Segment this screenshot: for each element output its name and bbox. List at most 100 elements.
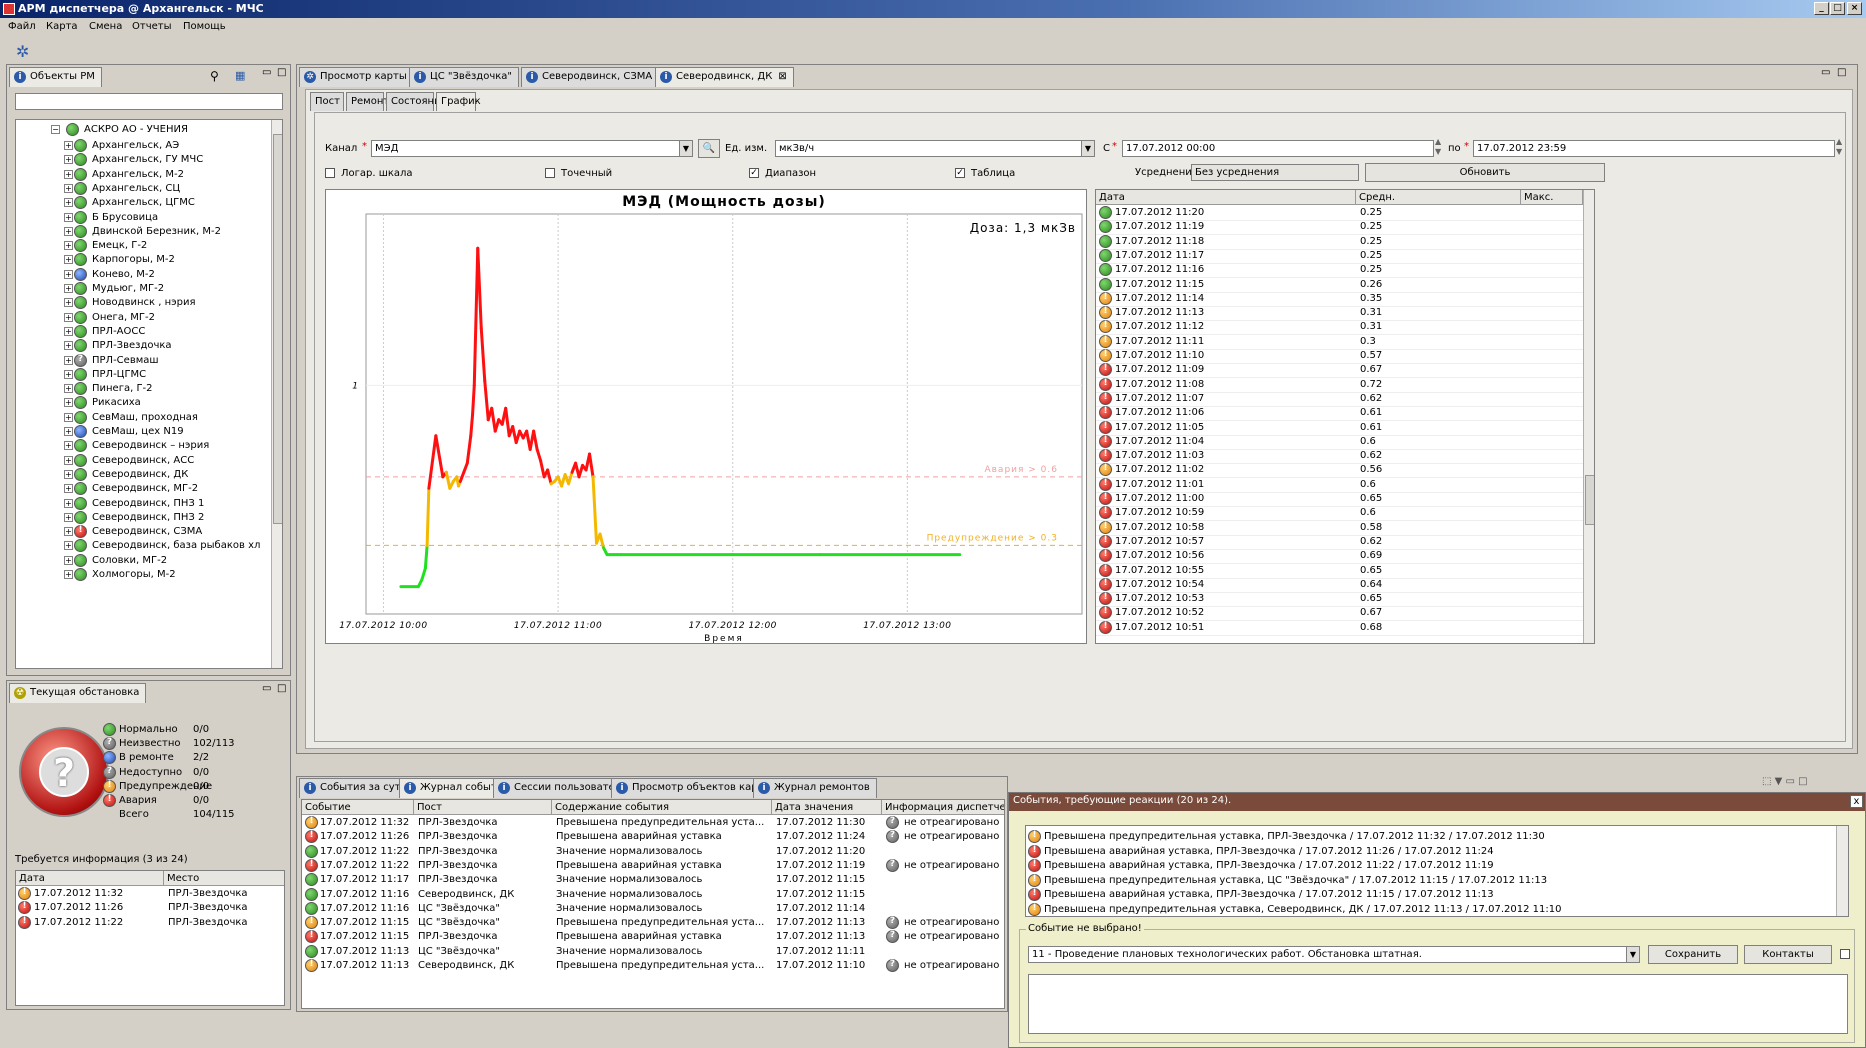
data-avg[interactable]: 0.56	[1360, 464, 1382, 478]
event-value-date[interactable]: 17.07.2012 11:13	[776, 931, 865, 945]
tree-expand-icon[interactable]: +	[64, 241, 73, 251]
event-date[interactable]: 17.07.2012 11:26	[320, 831, 409, 845]
data-avg[interactable]: 0.26	[1360, 279, 1382, 293]
tree-expand-icon[interactable]: +	[64, 527, 73, 537]
data-avg[interactable]: 0.3	[1360, 336, 1376, 350]
event-info[interactable]: не отреагировано !	[904, 917, 1004, 931]
event-post[interactable]: ЦС "Звёздочка"	[418, 903, 500, 917]
maximize-button[interactable]: □	[1830, 2, 1845, 15]
tree-expand-icon[interactable]: +	[64, 255, 73, 265]
to-spinner[interactable]: ▲ ▼	[1836, 137, 1842, 157]
event-content[interactable]: Превышена аварийная уставка	[556, 860, 722, 874]
tree-expand-icon[interactable]: +	[64, 427, 73, 436]
event-value-date[interactable]: 17.07.2012 11:13	[776, 917, 865, 931]
col-value-date[interactable]: Дата значения	[772, 800, 882, 815]
minimize-button[interactable]: _	[1814, 2, 1829, 15]
tree-expand-icon[interactable]: +	[64, 284, 73, 293]
data-date[interactable]: 17.07.2012 11:18	[1115, 236, 1204, 250]
tree-item[interactable]: Холмогоры, М-2	[92, 569, 176, 583]
data-avg[interactable]: 0.67	[1360, 364, 1382, 378]
tree-expand-icon[interactable]: +	[64, 212, 73, 222]
contacts-button[interactable]: Контакты	[1744, 945, 1832, 964]
data-date[interactable]: 17.07.2012 10:58	[1115, 522, 1204, 536]
col-date[interactable]: Дата	[1096, 190, 1356, 205]
channel-select[interactable]: МЭД ▼	[371, 140, 693, 157]
tree-item[interactable]: Мудьюг, МГ-2	[92, 283, 164, 297]
popup-event-item[interactable]: Превышена предупредительная уставка, ЦС …	[1044, 875, 1547, 889]
event-date[interactable]: 17.07.2012 11:22	[320, 860, 409, 874]
menu-help[interactable]: Помощь	[183, 21, 226, 32]
event-type-select[interactable]: 11 - Проведение плановых технологических…	[1028, 946, 1640, 963]
event-post[interactable]: ПРЛ-Звездочка	[418, 817, 498, 831]
col-post[interactable]: Пост	[414, 800, 552, 815]
popup-event-item[interactable]: Превышена предупредительная уставка, ПРЛ…	[1044, 831, 1545, 845]
tree-item[interactable]: Северодвинск – нэрия	[92, 440, 209, 454]
data-date[interactable]: 17.07.2012 10:54	[1115, 579, 1204, 593]
data-avg[interactable]: 0.62	[1360, 393, 1382, 407]
data-date[interactable]: 17.07.2012 11:07	[1115, 393, 1204, 407]
col-content[interactable]: Содержание события	[552, 800, 772, 815]
data-avg[interactable]: 0.65	[1360, 593, 1382, 607]
tree-scrollbar[interactable]	[271, 120, 282, 668]
sub-tab-3[interactable]: График	[436, 92, 481, 111]
popup-event-item[interactable]: Превышена предупредительная уставка, Сев…	[1044, 904, 1561, 916]
data-date[interactable]: 17.07.2012 11:17	[1115, 250, 1204, 264]
event-info[interactable]: не отреагировано !	[904, 817, 1004, 831]
event-post[interactable]: ПРЛ-Звездочка	[418, 874, 498, 888]
data-date[interactable]: 17.07.2012 11:13	[1115, 307, 1204, 321]
data-avg[interactable]: 0.69	[1360, 550, 1382, 564]
tree-item[interactable]: ПРЛ-АОСС	[92, 326, 145, 340]
tree-expand-icon[interactable]: +	[64, 412, 73, 422]
data-date[interactable]: 17.07.2012 11:05	[1115, 422, 1204, 436]
tree-item[interactable]: Северодвинск, база рыбаков хл	[92, 540, 260, 554]
data-date[interactable]: 17.07.2012 11:04	[1115, 436, 1204, 450]
data-avg[interactable]: 0.72	[1360, 379, 1382, 393]
data-avg[interactable]: 0.6	[1360, 436, 1376, 450]
tree-item[interactable]: СевМаш, цех N19	[92, 426, 184, 440]
info-date[interactable]: 17.07.2012 11:26	[34, 902, 123, 916]
close-button[interactable]: ×	[1847, 2, 1862, 15]
data-date[interactable]: 17.07.2012 10:56	[1115, 550, 1204, 564]
event-value-date[interactable]: 17.07.2012 11:15	[776, 889, 865, 903]
data-date[interactable]: 17.07.2012 10:51	[1115, 622, 1204, 636]
table-checkbox[interactable]: ✓	[955, 168, 965, 178]
data-avg[interactable]: 0.57	[1360, 350, 1382, 364]
data-avg[interactable]: 0.62	[1360, 536, 1382, 550]
data-avg[interactable]: 0.58	[1360, 522, 1382, 536]
event-value-date[interactable]: 17.07.2012 11:19	[776, 860, 865, 874]
data-date[interactable]: 17.07.2012 11:10	[1115, 350, 1204, 364]
col-dispatcher-info[interactable]: Информация диспетчера	[882, 800, 1004, 815]
doc-tab-3[interactable]: i Северодвинск, ДК ⊠	[655, 67, 794, 87]
objects-filter-input[interactable]	[15, 93, 283, 110]
event-date[interactable]: 17.07.2012 11:15	[320, 931, 409, 945]
data-avg[interactable]: 0.62	[1360, 450, 1382, 464]
tree-expand-icon[interactable]: +	[64, 341, 73, 351]
tree-item[interactable]: Архангельск, СЦ	[92, 183, 180, 197]
data-date[interactable]: 17.07.2012 10:59	[1115, 507, 1204, 521]
tree-expand-icon[interactable]: +	[64, 455, 73, 465]
tree-expand-icon[interactable]: +	[64, 198, 73, 208]
event-post[interactable]: Северодвинск, ДК	[418, 889, 514, 903]
tree-expand-icon[interactable]: +	[64, 155, 73, 165]
popup-event-item[interactable]: Превышена аварийная уставка, ПРЛ-Звездоч…	[1044, 846, 1494, 860]
event-date[interactable]: 17.07.2012 11:17	[320, 874, 409, 888]
data-avg[interactable]: 0.65	[1360, 565, 1382, 579]
info-date[interactable]: 17.07.2012 11:32	[34, 888, 123, 902]
tree-item[interactable]: Конево, М-2	[92, 269, 155, 283]
tree-expand-icon[interactable]: +	[64, 555, 73, 565]
event-value-date[interactable]: 17.07.2012 11:14	[776, 903, 865, 917]
tree-collapse-icon[interactable]: −	[51, 125, 60, 134]
layout-icon[interactable]: ▦	[235, 69, 245, 82]
popup-checkbox[interactable]	[1840, 949, 1850, 959]
tree-item[interactable]: Северодвинск, МГ-2	[92, 483, 198, 497]
tree-expand-icon[interactable]: +	[64, 570, 73, 579]
to-date-input[interactable]: 17.07.2012 23:59	[1473, 140, 1835, 157]
data-avg[interactable]: 0.25	[1360, 250, 1382, 264]
tree-item[interactable]: Соловки, МГ-2	[92, 555, 167, 569]
tree-expand-icon[interactable]: +	[64, 141, 73, 150]
menu-shift[interactable]: Смена	[89, 21, 122, 32]
popup-event-item[interactable]: Превышена аварийная уставка, ПРЛ-Звездоч…	[1044, 860, 1494, 874]
data-avg[interactable]: 0.61	[1360, 422, 1382, 436]
event-date[interactable]: 17.07.2012 11:16	[320, 889, 409, 903]
filter-icon[interactable]: ⚲	[210, 69, 219, 83]
